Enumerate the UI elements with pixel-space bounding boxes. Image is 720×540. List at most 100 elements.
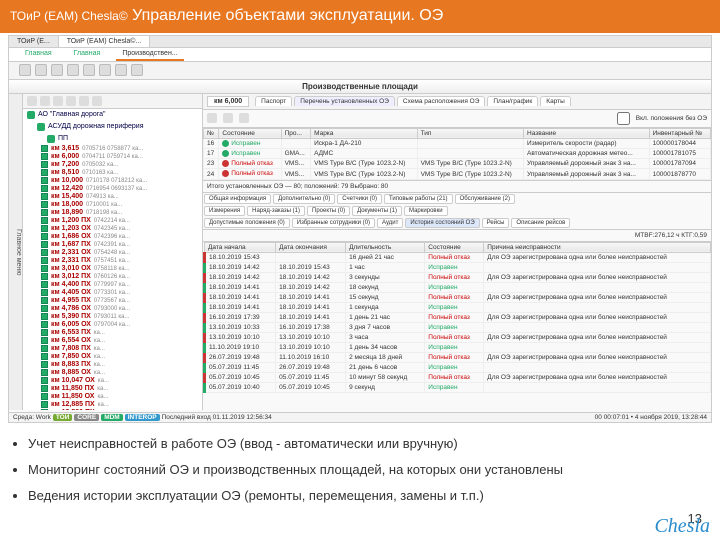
table-row[interactable]: 18.10.2019 14:4118.10.2019 14:4115 секун… [205, 292, 711, 302]
view-tab[interactable]: План/график [487, 96, 538, 106]
toolbar-icon[interactable] [35, 64, 47, 76]
tree-item[interactable]: км 4,405 ОХ 0773301 ка... [41, 289, 202, 297]
tree-item[interactable]: км 13,580 ПХ ка... [41, 409, 202, 410]
tree-item[interactable]: км 1,687 ПХ 0742391 ка... [41, 241, 202, 249]
detail-tab[interactable]: Избранные сотрудники (0) [292, 218, 375, 228]
tree-item[interactable]: км 10,000 0710178 0718212 ка... [41, 177, 202, 185]
history-grid[interactable]: Дата началаДата окончанияДлительностьСос… [203, 242, 711, 410]
tree-item[interactable]: км 3,010 ОХ 0758118 ка... [41, 265, 202, 273]
table-row[interactable]: 13.10.2019 10:1013.10.2019 10:103 часаПо… [205, 332, 711, 342]
table-row[interactable]: 05.07.2019 11:4526.07.2019 19:4821 день … [205, 362, 711, 372]
table-row[interactable]: 24 Полный отказVMS...VMS Type B/С (Type … [204, 169, 711, 179]
detail-tab[interactable]: Документы (1) [352, 206, 402, 216]
tree-tool-icon[interactable] [40, 96, 50, 106]
toolbar-icon[interactable] [67, 64, 79, 76]
tree-item[interactable]: км 7,850 ОХ ка... [41, 353, 202, 361]
table-row[interactable]: 13.10.2019 10:3316.10.2019 17:383 дня 7 … [205, 322, 711, 332]
table-row[interactable]: 16 ИсправенИскра-1 ДА-210Измеритель скор… [204, 138, 711, 148]
table-row[interactable]: 11.10.2019 19:1013.10.2019 10:101 день 3… [205, 342, 711, 352]
tree-item[interactable]: км 3,615 0705716 0758877 ка... [41, 145, 202, 153]
table-row[interactable]: 18.10.2019 14:4118.10.2019 14:4218 секун… [205, 282, 711, 292]
toolbar-icon[interactable] [51, 64, 63, 76]
detail-tab[interactable]: Допустимые положения (0) [204, 218, 290, 228]
detail-tab[interactable]: Измерения [204, 206, 245, 216]
tree-tool-icon[interactable] [27, 96, 37, 106]
toolbar-icon[interactable] [131, 64, 143, 76]
tree-item[interactable]: км 5,390 ПХ 0793011 ка... [41, 313, 202, 321]
tree-tool-icon[interactable] [92, 96, 102, 106]
tree-tool-icon[interactable] [79, 96, 89, 106]
tree-item[interactable]: км 4,400 ПХ 0779997 ка... [41, 281, 202, 289]
tree-item[interactable]: км 3,012 ПХ 0760126 ка... [41, 273, 202, 281]
tree-item[interactable]: км 4,955 ПХ 0773567 ка... [41, 297, 202, 305]
tree-item[interactable]: км 1,686 ОХ 0742396 ка... [41, 233, 202, 241]
view-tab[interactable]: Паспорт [255, 96, 292, 106]
toolbar-icon[interactable] [83, 64, 95, 76]
tree-item[interactable]: км 1,203 ОХ 0742345 ка... [41, 225, 202, 233]
table-row[interactable]: 18.10.2019 14:4218.10.2019 14:423 секунд… [205, 272, 711, 282]
detail-tab[interactable]: Проекты (0) [307, 206, 350, 216]
table-row[interactable]: 17 ИсправенGMA...АДМСАвтоматическая доро… [204, 149, 711, 159]
tree-item[interactable]: км 6,000 0704711 0759714 ка... [41, 153, 202, 161]
tree-item[interactable]: км 2,331 ОХ 0754248 ка... [41, 249, 202, 257]
detail-tab[interactable]: Аудит [377, 218, 403, 228]
tree-item[interactable]: км 18,890 0718198 ка... [41, 209, 202, 217]
filter-icon[interactable] [223, 113, 233, 123]
detail-tab[interactable]: Наряд-заказы (1) [247, 206, 305, 216]
detail-tab[interactable]: Маркировки [404, 206, 448, 216]
tree-item[interactable]: км 6,553 ПХ ка... [41, 329, 202, 337]
view-tab[interactable]: Перечень установленных ОЭ [294, 96, 395, 106]
tree-sub[interactable]: АСУДД дорожная периферия [23, 121, 202, 133]
checkbox-include-empty[interactable] [617, 112, 630, 125]
equipment-grid[interactable]: №СостояниеПро...МаркаТипНазваниеИнвентар… [203, 128, 711, 181]
tree-item[interactable]: км 11,850 ПХ ка... [41, 385, 202, 393]
tree-item[interactable]: км 8,885 ОХ ка... [41, 369, 202, 377]
table-row[interactable]: 23 Полный отказVMS...VMS Type B/С (Type … [204, 159, 711, 169]
view-tab[interactable]: Карты [540, 96, 571, 106]
ribbon-tab-home1[interactable]: Главная [19, 48, 58, 61]
toolbar-icon[interactable] [99, 64, 111, 76]
tree-item[interactable]: км 6,005 ОХ 0797004 ка... [41, 321, 202, 329]
filter-icon[interactable] [207, 113, 217, 123]
detail-tab[interactable]: Описание рейсов [511, 218, 570, 228]
tree-item[interactable]: км 4,786 ОХ 0793000 ка... [41, 305, 202, 313]
table-row[interactable]: 26.07.2019 19:4811.10.2019 16:102 месяца… [205, 352, 711, 362]
detail-tab[interactable]: Обслуживание (2) [455, 194, 515, 204]
toolbar-icon[interactable] [115, 64, 127, 76]
tree-item[interactable]: км 12,420 0716954 0693137 ка... [41, 185, 202, 193]
tree-tool-icon[interactable] [66, 96, 76, 106]
detail-tab[interactable]: Рейсы [482, 218, 510, 228]
detail-tab[interactable]: Дополнительно (0) [273, 194, 335, 204]
tree-item[interactable]: км 12,885 ПХ ка... [41, 401, 202, 409]
view-tab[interactable]: Схема расположения ОЭ [397, 96, 486, 106]
tree-item[interactable]: км 11,850 ОХ ка... [41, 393, 202, 401]
tree-sub2[interactable]: ПП [23, 133, 202, 145]
tree-item[interactable]: км 1,200 ПХ 0742214 ка... [41, 217, 202, 225]
window-tab-2[interactable]: ТОиР (EAM) Chesla©... [59, 36, 151, 47]
toolbar-icon[interactable] [19, 64, 31, 76]
window-tab-1[interactable]: ТОиР (E... [9, 36, 59, 47]
table-row[interactable]: 18.10.2019 14:4218.10.2019 15:431 часИсп… [205, 262, 711, 272]
tree-item[interactable]: км 15,400 074913 ка... [41, 193, 202, 201]
tree-item[interactable]: км 8,883 ПХ ка... [41, 361, 202, 369]
table-row[interactable]: 05.07.2019 10:4505.07.2019 11:4510 минут… [205, 372, 711, 382]
side-rail[interactable]: Главное меню [9, 94, 23, 410]
tree-tool-icon[interactable] [53, 96, 63, 106]
filter-icon[interactable] [239, 113, 249, 123]
ribbon-tab-prod[interactable]: Производствен... [116, 48, 183, 61]
table-row[interactable]: 05.07.2019 10:4005.07.2019 10:459 секунд… [205, 382, 711, 392]
table-row[interactable]: 18.10.2019 15:4316 дней 21 часПолный отк… [205, 252, 711, 262]
tree-item[interactable]: км 7,808 ПХ ка... [41, 345, 202, 353]
tree-item[interactable]: км 8,510 0710163 ка... [41, 169, 202, 177]
tree-item[interactable]: км 6,554 ОХ ка... [41, 337, 202, 345]
ribbon-tab-home2[interactable]: Главная [68, 48, 107, 61]
detail-tab[interactable]: История состояний ОЭ [405, 218, 479, 228]
tree-root[interactable]: АО "Главная дорога" [23, 109, 202, 121]
table-row[interactable]: 16.10.2019 17:3918.10.2019 14:411 день 2… [205, 312, 711, 322]
tree-item[interactable]: км 10,047 ОХ ка... [41, 377, 202, 385]
detail-tab[interactable]: Общая информация [204, 194, 271, 204]
tree-item[interactable]: км 2,331 ПХ 0757451 ка... [41, 257, 202, 265]
tree-item[interactable]: км 18,000 0710001 ка... [41, 201, 202, 209]
table-row[interactable]: 18.10.2019 14:4118.10.2019 14:411 секунд… [205, 302, 711, 312]
detail-tab[interactable]: Счетчики (0) [337, 194, 382, 204]
